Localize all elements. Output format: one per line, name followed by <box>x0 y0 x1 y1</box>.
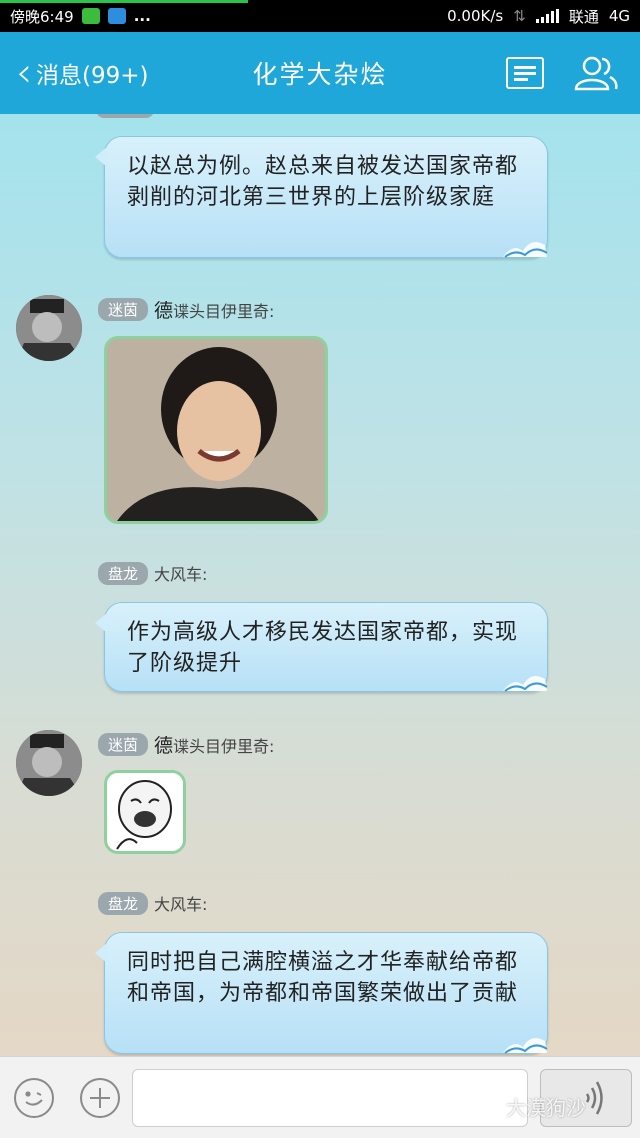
network-speed: 0.00K/s <box>447 7 504 25</box>
network-type: 4G <box>608 7 630 25</box>
message-text: 以赵总为例。赵总来自被发达国家帝都剥削的河北第三世界的上层阶级家庭 <box>127 154 519 210</box>
sticker-message[interactable] <box>104 770 186 854</box>
message-text: 同时把自己满腔横溢之才华奉献给帝都和帝国，为帝都和帝国繁荣做出了贡献 <box>127 950 519 1006</box>
signal-icon <box>535 9 559 23</box>
data-arrows-icon: ⇅ <box>513 7 526 25</box>
sender-name: 德 <box>154 300 174 322</box>
back-label: 消息(99+) <box>36 63 149 89</box>
chat-header: ‹ 消息(99+) 化学大杂烩 <box>0 32 640 114</box>
status-bar: 傍晚6:49 ... 0.00K/s ⇅ 联通 4G <box>0 0 640 32</box>
sender-name: 德 <box>154 735 174 757</box>
group-icon[interactable] <box>572 55 618 91</box>
sender-name: 大风车: <box>154 565 208 584</box>
sender-tag: 盘龙 <box>98 891 149 915</box>
avatar[interactable] <box>16 295 82 361</box>
sender-tag: 迷茵 <box>98 733 149 756</box>
carrier: 联通 <box>568 7 599 26</box>
plus-icon[interactable] <box>80 1078 120 1118</box>
sender-row: 迷茵 德 谍头目伊里奇: <box>98 296 274 323</box>
sender-tag: 盘龙 <box>98 561 149 585</box>
avatar[interactable] <box>16 730 82 796</box>
more-notifications: ... <box>133 7 151 25</box>
watermark: 大漠狗沙 <box>506 1096 586 1120</box>
message-input[interactable] <box>132 1069 528 1127</box>
message-list[interactable]: 以赵总为例。赵总来自被发达国家帝都剥削的河北第三世界的上层阶级家庭 迷茵 德 谍… <box>0 114 640 1056</box>
message-bubble[interactable]: 同时把自己满腔横溢之才华奉献给帝都和帝国，为帝都和帝国繁荣做出了贡献 <box>95 932 548 1054</box>
app-notification-icon <box>107 8 126 24</box>
message-bubble[interactable]: 作为高级人才移民发达国家帝都，实现了阶级提升 <box>95 602 548 692</box>
sender-tag: 迷茵 <box>98 298 149 321</box>
message-bubble[interactable]: 以赵总为例。赵总来自被发达国家帝都剥削的河北第三世界的上层阶级家庭 <box>95 136 548 258</box>
list-icon[interactable] <box>506 57 544 89</box>
sender-name: 大风车: <box>154 895 208 914</box>
clipped-sender-tag <box>96 114 154 118</box>
image-message[interactable] <box>104 336 328 524</box>
clock: 傍晚6:49 <box>10 7 74 26</box>
sender-name-suffix: 谍头目伊里奇: <box>173 301 275 321</box>
message-text: 作为高级人才移民发达国家帝都，实现了阶级提升 <box>127 620 519 676</box>
sender-row: 盘龙 大风车: <box>98 561 207 585</box>
emoji-icon[interactable] <box>14 1078 54 1118</box>
wave-decoration-icon <box>503 1038 548 1054</box>
sender-row: 盘龙 大风车: <box>98 891 207 915</box>
chevron-left-icon: ‹ <box>16 50 32 96</box>
sender-row: 迷茵 德 谍头目伊里奇: <box>98 731 274 758</box>
wave-decoration-icon <box>503 242 548 258</box>
sender-name-suffix: 谍头目伊里奇: <box>173 736 275 756</box>
load-progress <box>0 0 248 3</box>
back-button[interactable]: ‹ 消息(99+) <box>0 53 148 93</box>
wave-decoration-icon <box>503 676 548 692</box>
wechat-icon <box>81 8 100 24</box>
